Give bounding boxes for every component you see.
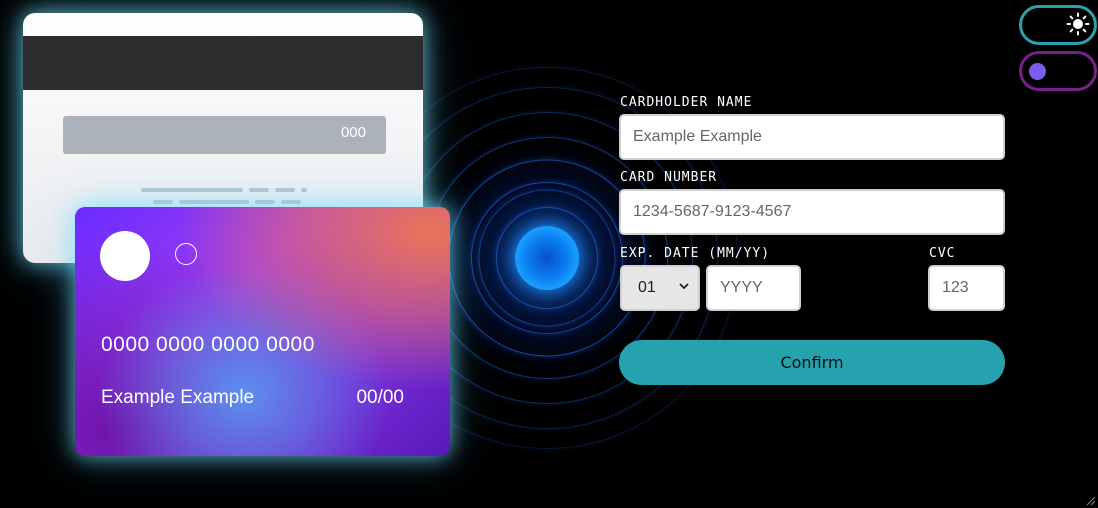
card-back-dash <box>275 188 295 192</box>
card-number-input[interactable] <box>619 189 1005 235</box>
cardholder-name-input[interactable] <box>619 114 1005 160</box>
card-back-cvc: 000 <box>340 124 366 141</box>
magnetic-stripe <box>23 36 423 90</box>
card-back-dash <box>153 200 173 204</box>
exp-month-value: 01 <box>638 279 656 296</box>
card-back-dash <box>141 188 243 192</box>
exp-month-select[interactable]: 01 <box>620 265 700 311</box>
chevron-down-icon <box>678 280 690 295</box>
card-back-dash <box>281 200 301 204</box>
card-number-display: 0000 0000 0000 0000 <box>101 333 315 356</box>
theme-toggle[interactable] <box>1019 51 1097 91</box>
card-back-dash <box>179 200 249 204</box>
exp-year-input[interactable] <box>706 265 801 311</box>
card-logo-ring <box>175 243 197 265</box>
card-front: 0000 0000 0000 0000 Example Example 00/0… <box>75 207 450 456</box>
sun-toggle[interactable] <box>1019 5 1097 45</box>
card-back-dash <box>249 188 269 192</box>
card-expiry-display: 00/00 <box>356 387 404 408</box>
card-holder-display: Example Example <box>101 387 255 408</box>
cardholder-label: CARDHOLDER NAME <box>620 95 753 110</box>
signature-strip: 000 <box>63 116 386 154</box>
card-logo-circle <box>100 231 150 281</box>
card-back-dash <box>255 200 275 204</box>
exp-date-label: EXP. DATE (MM/YY) <box>620 246 771 261</box>
theme-toggle-knob <box>1029 63 1046 80</box>
radar-core <box>515 226 579 290</box>
sun-icon <box>1066 12 1090 36</box>
cvc-label: CVC <box>929 246 956 261</box>
resize-grip-icon[interactable] <box>1084 494 1096 506</box>
cvc-input[interactable] <box>928 265 1005 311</box>
card-number-label: CARD NUMBER <box>620 170 718 185</box>
confirm-button[interactable]: Confirm <box>619 340 1005 385</box>
card-back-dash <box>301 188 307 192</box>
